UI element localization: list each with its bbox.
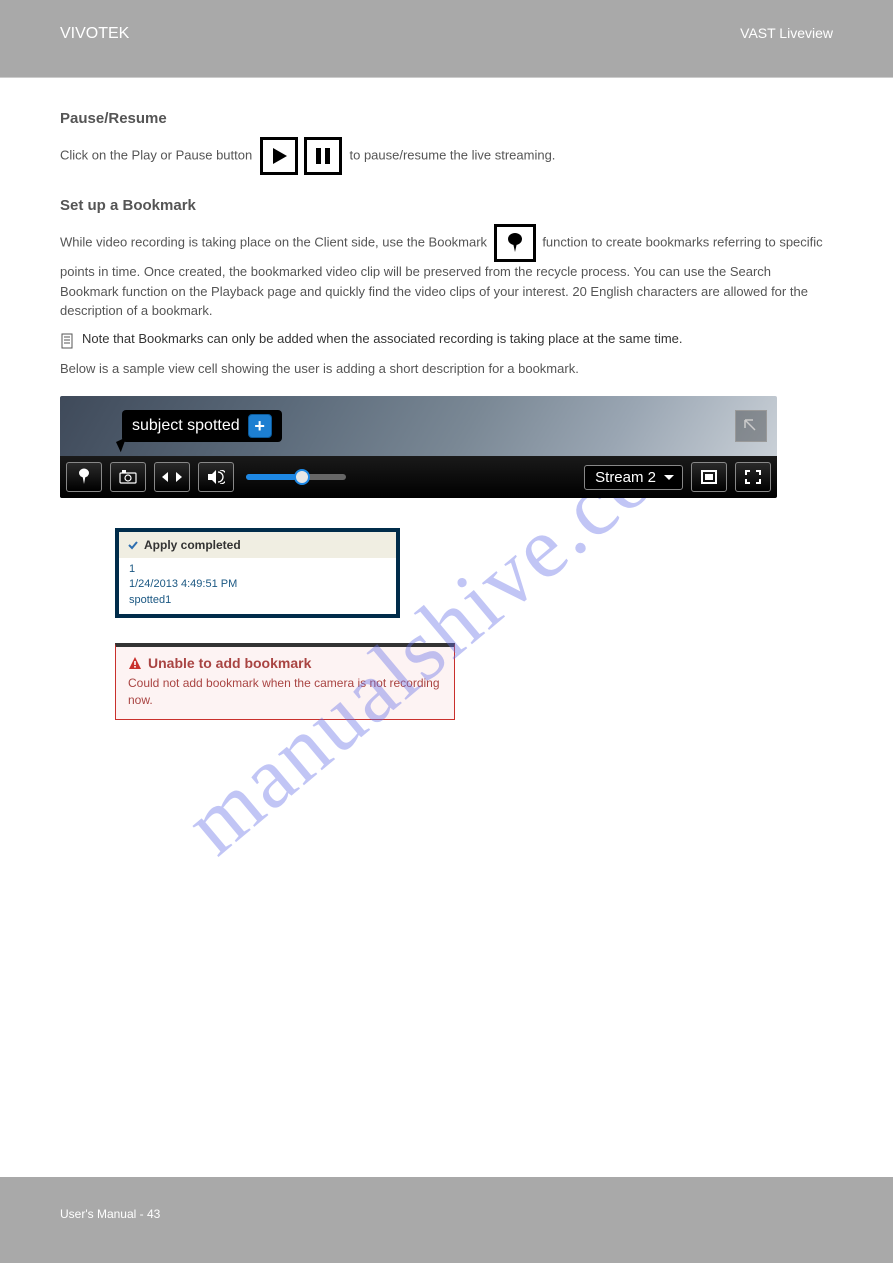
error-dialog: Unable to add bookmark Could not add boo… (115, 643, 455, 720)
note-icon (60, 333, 76, 349)
error-body-text: Could not add bookmark when the camera i… (128, 675, 442, 709)
pause-resume-heading: Pause/Resume (60, 110, 833, 127)
bookmark-note: Note that Bookmarks can only be added wh… (60, 331, 833, 349)
bookmark-intro: While video recording is taking place on… (60, 224, 833, 321)
bookmark-toolbar-icon[interactable] (66, 462, 102, 492)
brand-text: VIVOTEK (60, 25, 129, 43)
page-body: manualshive.com Pause/Resume Click on th… (0, 77, 893, 1177)
add-bookmark-button[interactable]: + (248, 414, 272, 438)
ptz-icon[interactable] (154, 462, 190, 492)
page-header: VIVOTEK VAST Liveview (0, 0, 893, 77)
bookmark-input-bubble[interactable]: subject spotted + (122, 410, 282, 442)
error-title-text: Unable to add bookmark (148, 655, 311, 671)
play-icon (260, 137, 298, 175)
footer-text: User's Manual - 43 (0, 1177, 893, 1251)
bookmark-icon (494, 224, 536, 262)
speaker-icon[interactable] (198, 462, 234, 492)
volume-slider[interactable] (246, 474, 346, 480)
pause-resume-paragraph: Click on the Play or Pause button to pau… (60, 137, 833, 175)
check-icon (127, 539, 139, 551)
bookmark-input-text: subject spotted (132, 417, 240, 435)
section-title: VAST Liveview (740, 25, 833, 41)
video-toolbar: Stream 2 (60, 456, 777, 498)
slider-thumb[interactable] (294, 469, 310, 485)
warning-icon (128, 656, 142, 670)
collapse-icon[interactable] (735, 410, 767, 442)
video-cell: subject spotted + (60, 396, 777, 498)
apply-completed-dialog: Apply completed 1 1/24/2013 4:49:51 PM s… (115, 528, 400, 618)
bookmark-heading: Set up a Bookmark (60, 197, 833, 214)
below-sample-text: Below is a sample view cell showing the … (60, 359, 833, 379)
page-footer: User's Manual - 43 (0, 1177, 893, 1262)
stream-selector[interactable]: Stream 2 (584, 465, 683, 490)
fullscreen-icon[interactable] (735, 462, 771, 492)
restore-window-icon[interactable] (691, 462, 727, 492)
pause-icon (304, 137, 342, 175)
snapshot-icon[interactable] (110, 462, 146, 492)
apply-completed-title: Apply completed (144, 538, 241, 552)
